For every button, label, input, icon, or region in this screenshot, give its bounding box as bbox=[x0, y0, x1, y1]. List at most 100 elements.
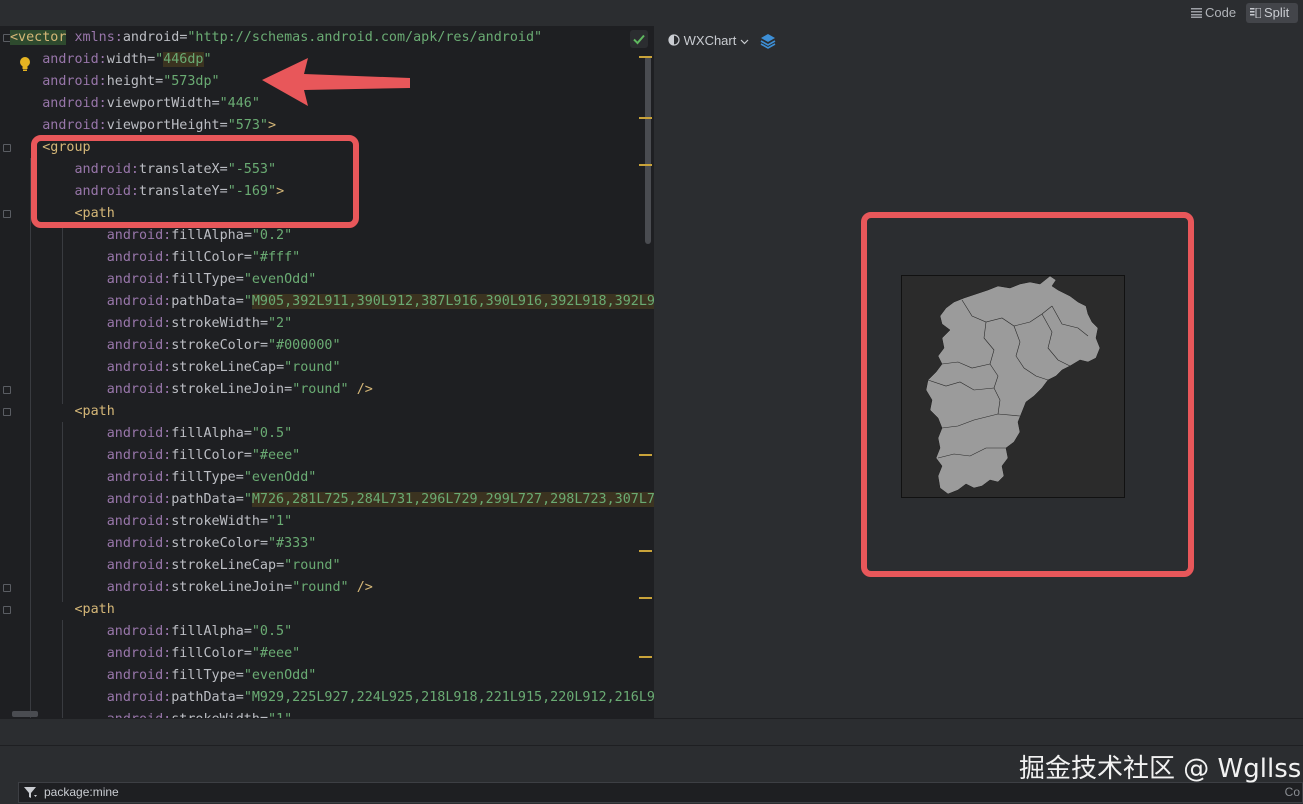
code-token: android: bbox=[106, 492, 172, 507]
code-token: viewportHeight bbox=[106, 118, 220, 133]
code-token: = bbox=[243, 646, 252, 661]
code-token: fillType bbox=[171, 470, 236, 485]
code-token: android: bbox=[106, 426, 172, 441]
code-token: = bbox=[235, 492, 244, 507]
code-token: android: bbox=[106, 624, 172, 639]
code-token: "0.5" bbox=[251, 624, 293, 639]
code-line[interactable]: <path bbox=[10, 599, 115, 621]
warning-stripe[interactable] bbox=[639, 164, 652, 166]
code-token: = bbox=[259, 536, 268, 551]
warning-stripe[interactable] bbox=[639, 117, 652, 119]
code-line[interactable]: android:fillColor="#eee" bbox=[10, 445, 301, 467]
editor-scrollbar[interactable] bbox=[645, 56, 651, 244]
code-line[interactable]: android:strokeLineJoin="round" /> bbox=[10, 577, 373, 599]
code-token: "2" bbox=[268, 316, 293, 331]
inspection-ok-icon[interactable] bbox=[630, 30, 648, 48]
code-line[interactable]: android:viewportWidth="446" bbox=[10, 93, 260, 115]
code-token: pathData bbox=[171, 492, 236, 507]
code-token: fillAlpha bbox=[171, 624, 244, 639]
code-token: pathData bbox=[171, 690, 236, 705]
code-editor[interactable]: <vector xmlns:android = "http://schemas.an… bbox=[0, 26, 654, 718]
code-token: android: bbox=[106, 558, 172, 573]
code-line[interactable]: <vector xmlns:android="http://schemas.an… bbox=[10, 27, 542, 49]
code-token: = bbox=[243, 228, 252, 243]
code-line[interactable]: android:pathData="M905,392L911,390L912,3… bbox=[10, 291, 654, 313]
filter-right-text: Co bbox=[1284, 785, 1300, 799]
code-token: android: bbox=[106, 646, 172, 661]
code-line[interactable]: android:width="446dp" bbox=[10, 49, 212, 71]
code-token: android: bbox=[106, 470, 172, 485]
code-token: android: bbox=[106, 690, 172, 705]
code-token: strokeLineJoin bbox=[171, 382, 285, 397]
code-token: = bbox=[235, 470, 244, 485]
code-line[interactable]: android:fillColor="#eee" bbox=[10, 643, 301, 665]
code-token: android: bbox=[106, 668, 172, 683]
code-line[interactable]: android:strokeWidth="2" bbox=[10, 313, 292, 335]
warning-stripe[interactable] bbox=[639, 454, 652, 456]
code-line[interactable]: android:fillAlpha="0.2" bbox=[10, 225, 292, 247]
split-view-button[interactable]: Split bbox=[1246, 3, 1298, 23]
code-line[interactable]: android:strokeWidth="1" bbox=[10, 709, 292, 718]
warning-stripe[interactable] bbox=[639, 656, 652, 658]
device-label: WXChart bbox=[683, 33, 737, 48]
horizontal-scroll-thumb[interactable] bbox=[12, 711, 38, 717]
code-line[interactable]: android:fillAlpha="0.5" bbox=[10, 621, 292, 643]
code-token: > bbox=[268, 118, 277, 133]
code-token: android: bbox=[42, 118, 107, 133]
code-line[interactable]: <path bbox=[10, 401, 115, 423]
device-selector[interactable]: WXChart bbox=[668, 32, 749, 50]
code-line[interactable]: android:pathData="M929,225L927,224L925,2… bbox=[10, 687, 654, 709]
filter-icon[interactable] bbox=[24, 787, 38, 799]
code-line[interactable]: android:strokeLineJoin="round" /> bbox=[10, 379, 373, 401]
code-token: fillColor bbox=[171, 250, 244, 265]
code-line[interactable]: android:viewportHeight="573"> bbox=[10, 115, 276, 137]
code-token: fillColor bbox=[171, 646, 244, 661]
code-line[interactable]: android:pathData="M726,281L725,284L731,2… bbox=[10, 489, 654, 511]
code-line[interactable]: android:height="573dp" bbox=[10, 71, 219, 93]
code-token: "round" bbox=[292, 382, 349, 397]
code-token: = bbox=[284, 580, 293, 595]
watermark-text: 掘金技术社区 @ Wgllss bbox=[1019, 754, 1302, 784]
annotation-box-group bbox=[31, 135, 359, 228]
code-line[interactable]: android:strokeColor="#000000" bbox=[10, 335, 341, 357]
code-line[interactable]: android:fillAlpha="0.5" bbox=[10, 423, 292, 445]
code-line[interactable]: android:strokeLineCap="round" bbox=[10, 555, 341, 577]
code-line[interactable]: android:fillColor="#fff" bbox=[10, 247, 301, 269]
code-token: width bbox=[106, 52, 148, 67]
editor-horizontal-scrollbar[interactable] bbox=[0, 718, 1303, 745]
code-token: strokeColor bbox=[171, 536, 260, 551]
code-line[interactable]: android:strokeWidth="1" bbox=[10, 511, 292, 533]
code-token: = bbox=[276, 360, 285, 375]
code-token: android: bbox=[106, 250, 172, 265]
code-line[interactable]: android:fillType="evenOdd" bbox=[10, 467, 317, 489]
code-view-button[interactable]: Code bbox=[1187, 3, 1243, 23]
layers-icon[interactable] bbox=[759, 32, 777, 50]
code-line[interactable]: android:fillType="evenOdd" bbox=[10, 665, 317, 687]
warning-stripe[interactable] bbox=[639, 56, 652, 58]
code-line[interactable]: android:strokeLineCap="round" bbox=[10, 357, 341, 379]
code-line[interactable]: android:strokeColor="#333" bbox=[10, 533, 317, 555]
code-token: M905,392L911,390L912,387L916,390L916,392… bbox=[251, 294, 654, 309]
code-token: = bbox=[259, 338, 268, 353]
code-token: android: bbox=[106, 536, 172, 551]
code-token: "573" bbox=[227, 118, 268, 133]
theme-circle-icon bbox=[668, 34, 680, 46]
code-line[interactable]: android:fillType="evenOdd" bbox=[10, 269, 317, 291]
warning-stripe[interactable] bbox=[639, 550, 652, 552]
code-token: "#eee" bbox=[251, 448, 301, 463]
code-token: = bbox=[259, 514, 268, 529]
warning-stripe[interactable] bbox=[639, 597, 652, 599]
logcat-filter-input[interactable]: package:mine Co bbox=[18, 782, 1303, 803]
